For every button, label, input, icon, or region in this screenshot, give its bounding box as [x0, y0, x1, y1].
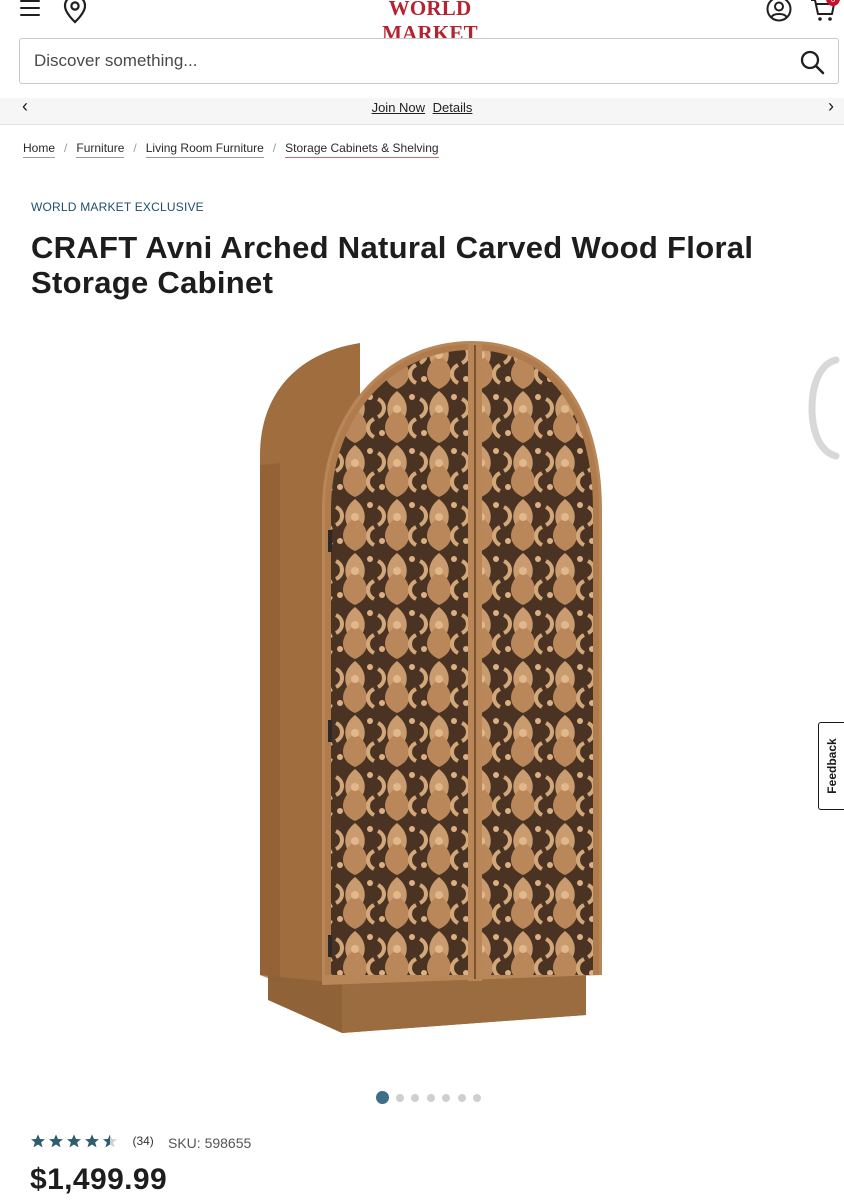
search-bar [19, 38, 839, 84]
star-full-icon [67, 1134, 81, 1148]
feedback-label: Feedback [825, 738, 839, 794]
top-bar: WORLD MARKET 0 [0, 0, 844, 45]
star-rating [30, 1132, 120, 1150]
carousel-dot[interactable] [396, 1094, 404, 1102]
feedback-tab[interactable]: Feedback [818, 722, 844, 810]
breadcrumb-furniture[interactable]: Furniture [76, 141, 125, 158]
exclusive-badge: WORLD MARKET EXCLUSIVE [31, 200, 204, 214]
product-title: CRAFT Avni Arched Natural Carved Wood Fl… [31, 230, 754, 300]
breadcrumb: Home / Furniture / Living Room Furniture / Sto… [23, 141, 439, 158]
product-image[interactable] [250, 335, 610, 1040]
breadcrumb-separator: / [272, 141, 277, 155]
promo-links: Join Now Details [0, 100, 844, 115]
star-full-icon [31, 1134, 45, 1148]
breadcrumb-separator: / [133, 141, 137, 155]
promo-banner: ‹ Join Now Details › [0, 96, 844, 125]
breadcrumb-living-room-furniture[interactable]: Living Room Furniture [145, 141, 264, 158]
star-half-icon [103, 1134, 117, 1148]
menu-icon[interactable] [18, 0, 44, 22]
product-rating[interactable]: (34) [30, 1132, 154, 1152]
carousel-dot[interactable] [411, 1094, 419, 1102]
search-icon[interactable] [798, 48, 826, 76]
review-count[interactable]: (34) [132, 1134, 153, 1148]
chevron-right-icon[interactable]: › [828, 96, 834, 117]
breadcrumb-home[interactable]: Home [23, 141, 56, 158]
account-icon[interactable] [764, 0, 794, 24]
carousel-dot[interactable] [442, 1094, 450, 1102]
carousel-dot[interactable] [473, 1094, 481, 1102]
join-now-link[interactable]: Join Now [372, 100, 425, 115]
star-full-icon [85, 1134, 99, 1148]
carousel-dot[interactable] [427, 1094, 435, 1102]
location-pin-icon[interactable] [62, 0, 88, 24]
carousel-dot[interactable] [376, 1091, 389, 1104]
breadcrumb-separator: / [64, 141, 68, 155]
details-link[interactable]: Details [433, 100, 473, 115]
product-sku: SKU: 598655 [168, 1135, 252, 1151]
world-market-logo[interactable]: WORLD MARKET [340, 0, 520, 45]
search-input[interactable] [34, 39, 774, 83]
product-price: $1,499.99 [30, 1163, 168, 1196]
carousel-dot[interactable] [458, 1094, 466, 1102]
breadcrumb-storage-cabinets[interactable]: Storage Cabinets & Shelving [285, 141, 439, 158]
star-full-icon [49, 1134, 63, 1148]
next-image-thumbnail[interactable] [806, 356, 844, 460]
